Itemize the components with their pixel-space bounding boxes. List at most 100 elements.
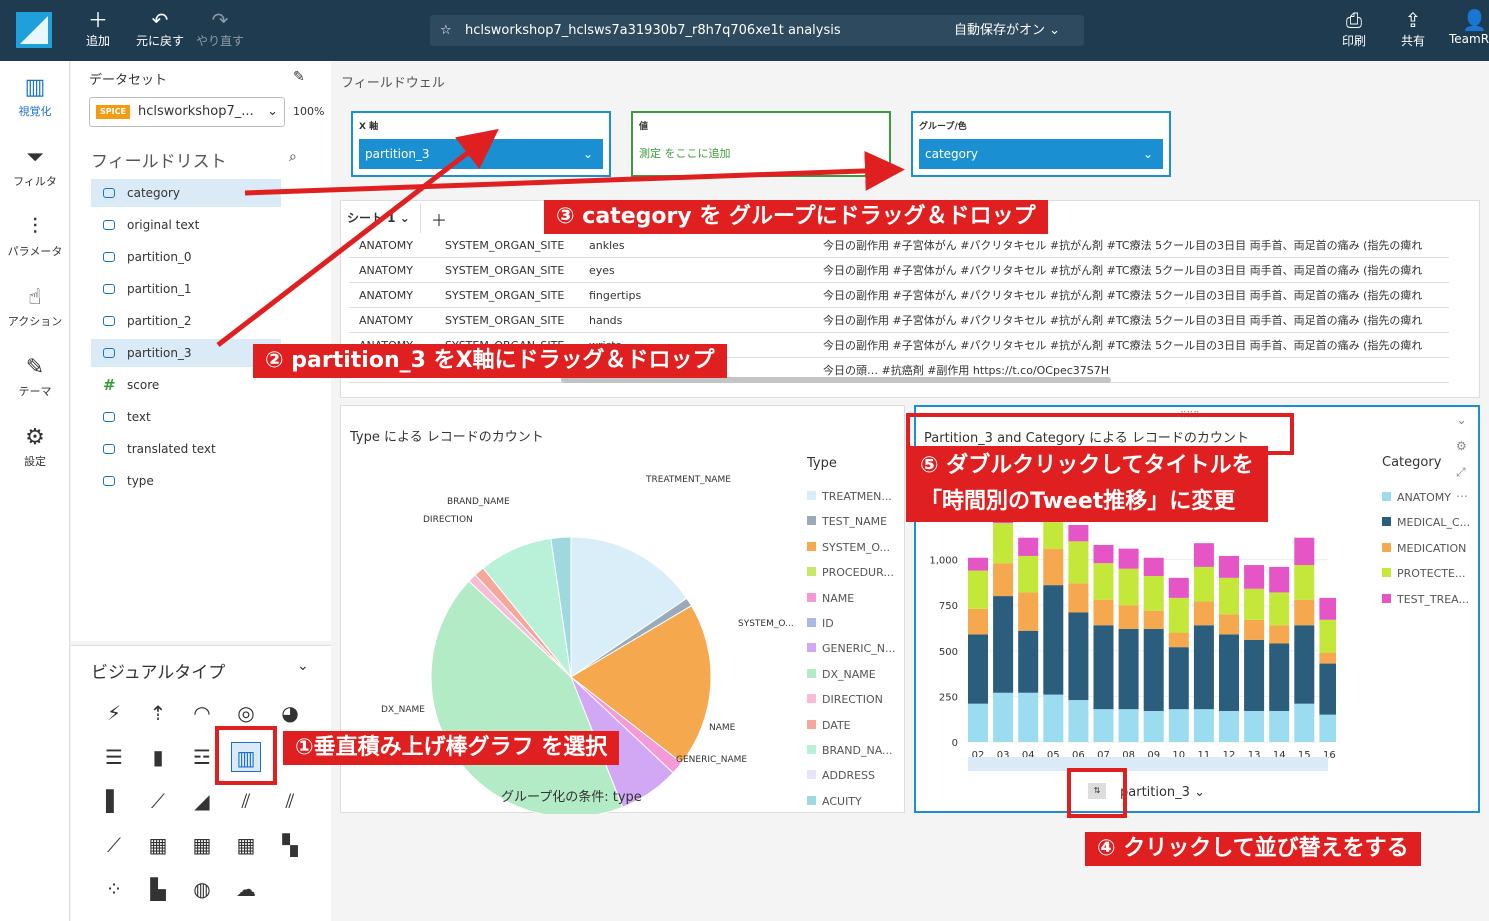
x-axis-scroll[interactable] (968, 757, 1328, 771)
pie-icon[interactable]: ◕ (275, 698, 305, 728)
user-menu[interactable]: 👤TeamR... (1449, 8, 1489, 46)
bar-segment[interactable] (1269, 566, 1290, 593)
x-axis-well[interactable]: X 軸 partition_3 ⌄ (351, 111, 611, 177)
bar-segment[interactable] (968, 557, 988, 571)
bar-segment[interactable] (1269, 592, 1290, 626)
bar-segment[interactable] (993, 692, 1014, 742)
bar-segment[interactable] (1068, 524, 1089, 542)
nav-visualize[interactable]: ▥ 視覚化 (0, 73, 70, 119)
legend-item[interactable]: DIRECTION (807, 693, 883, 706)
scatter-icon[interactable]: ⁘ (99, 874, 129, 904)
bar-segment[interactable] (1168, 632, 1189, 648)
sheet-tab[interactable]: シート 1 ⌄ (341, 203, 421, 233)
print-button[interactable]: ⎙ 印刷 (1342, 8, 1366, 49)
quicksight-logo[interactable] (16, 12, 52, 48)
legend-item[interactable]: TEST_TREA... (1382, 593, 1469, 606)
bar-segment[interactable] (1269, 710, 1290, 742)
more-icon[interactable]: ⋯ (1456, 489, 1468, 503)
bar-segment[interactable] (1068, 612, 1089, 701)
analysis-name-box[interactable]: ☆ hclsworkshop7_hclsws7a31930b7_r8h7q706… (430, 15, 1084, 46)
area-chart-icon[interactable]: ◢ (187, 786, 217, 816)
bar-segment[interactable] (1244, 710, 1265, 742)
field-partition-2[interactable]: partition_2 (91, 307, 281, 335)
bar-segment[interactable] (1319, 663, 1336, 715)
bar-segment[interactable] (1143, 610, 1164, 629)
bar-segment[interactable] (1068, 583, 1089, 613)
field-type[interactable]: type (91, 467, 281, 495)
map-icon[interactable]: ◍ (187, 874, 217, 904)
stacked-horizontal-bar-icon[interactable]: ☲ (187, 742, 217, 772)
bar-segment[interactable] (968, 570, 988, 609)
pivot-table-icon[interactable]: ▦ (143, 830, 173, 860)
field-partition-1[interactable]: partition_1 (91, 275, 281, 303)
share-button[interactable]: ⇪ 共有 (1401, 8, 1425, 49)
bar-segment[interactable] (968, 608, 988, 635)
bar-segment[interactable] (1294, 537, 1315, 566)
vertical-bar-icon[interactable]: ▮ (143, 742, 173, 772)
bar-segment[interactable] (1143, 557, 1164, 577)
bar-segment[interactable] (1193, 625, 1214, 710)
bar-segment[interactable] (1118, 605, 1139, 629)
bar-segment[interactable] (1269, 643, 1290, 711)
bar-segment[interactable] (1193, 601, 1214, 626)
kpi-icon[interactable]: ⇡ (143, 698, 173, 728)
bar-segment[interactable] (1018, 592, 1039, 631)
legend-item[interactable]: DATE (807, 719, 851, 732)
star-icon[interactable]: ☆ (440, 15, 452, 46)
bar-segment[interactable] (1193, 543, 1214, 567)
bar-segment[interactable] (968, 703, 988, 742)
x-axis-field-label[interactable]: partition_3 ⌄ (1120, 785, 1205, 800)
bar-segment[interactable] (1294, 565, 1315, 600)
nav-parameters[interactable]: ⫶ パラメータ (0, 213, 70, 259)
field-original-text[interactable]: original text (91, 211, 281, 239)
bar-segment[interactable] (1093, 625, 1114, 710)
legend-item[interactable]: ADDRESS (807, 769, 875, 782)
bar-segment[interactable] (1294, 703, 1315, 742)
bar-segment[interactable] (1118, 628, 1139, 710)
legend-item[interactable]: ID (807, 617, 834, 630)
legend-item[interactable]: MEDICAL_C... (1382, 516, 1470, 529)
bar-segment[interactable] (1244, 619, 1265, 640)
bar-segment[interactable] (968, 634, 988, 704)
combo-line-chart-icon[interactable]: ⫽ (275, 786, 305, 816)
bar-segment[interactable] (1018, 630, 1039, 693)
bar-segment[interactable] (1219, 555, 1239, 578)
expand-icon[interactable]: ⤢ (1456, 465, 1466, 480)
dataset-select[interactable]: SPICE hclsworkshop7_... ⌄ (89, 97, 285, 127)
combo-chart-icon[interactable]: ⫽ (231, 786, 261, 816)
bar-segment[interactable] (1244, 639, 1265, 711)
legend-item[interactable]: PROTECTE... (1382, 567, 1465, 580)
legend-item[interactable]: PROCEDUR... (807, 566, 894, 579)
gauge-icon[interactable]: ◠ (187, 698, 217, 728)
bar-segment[interactable] (993, 523, 1014, 564)
field-translated-text[interactable]: translated text (91, 435, 281, 463)
bar-segment[interactable] (1168, 647, 1189, 710)
bar-segment[interactable] (1244, 565, 1265, 589)
bar-segment[interactable] (1244, 588, 1265, 620)
bar-segment[interactable] (1143, 628, 1164, 711)
bar-segment[interactable] (1018, 555, 1039, 593)
bar-segment[interactable] (1319, 619, 1336, 653)
bar-segment[interactable] (1068, 541, 1089, 584)
bar-segment[interactable] (1219, 634, 1239, 711)
bar-segment[interactable] (1219, 577, 1239, 615)
nav-settings[interactable]: ⚙ 設定 (0, 423, 70, 469)
bar-segment[interactable] (1168, 597, 1189, 633)
bar-segment[interactable] (1219, 614, 1239, 635)
bar-segment[interactable] (1294, 625, 1315, 704)
legend-item[interactable]: DX_NAME (807, 668, 876, 681)
legend-item[interactable]: ACUITY (807, 795, 862, 808)
word-cloud-icon[interactable]: ☁ (231, 874, 261, 904)
bar-segment[interactable] (1193, 709, 1214, 742)
bar-segment[interactable] (993, 563, 1014, 597)
nav-themes[interactable]: ✎ テーマ (0, 353, 70, 399)
bar-segment[interactable] (1043, 548, 1064, 586)
add-button[interactable]: ＋追加 (86, 8, 110, 49)
bar-segment[interactable] (1143, 576, 1164, 611)
bar-segment[interactable] (1168, 577, 1189, 598)
gear-icon[interactable]: ⚙ (1456, 439, 1467, 453)
analysis-name[interactable]: hclsworkshop7_hclsws7a31930b7_r8h7q706xe… (465, 15, 841, 46)
bar-segment[interactable] (1093, 599, 1114, 626)
table-icon[interactable]: ▦ (187, 830, 217, 860)
table-row[interactable]: ANATOMY SYSTEM_ORGAN_SITE fingertips 今日の副作用… (349, 283, 1449, 308)
